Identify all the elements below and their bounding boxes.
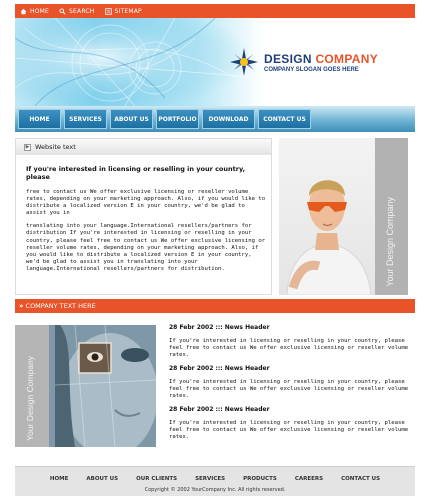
panel-title: Website text: [35, 143, 76, 151]
footer-link-our-clients[interactable]: OUR CLIENTS: [136, 476, 177, 482]
panel-header: ▶ Website text: [16, 139, 271, 155]
company-logo[interactable]: DESIGN COMPANY COMPANY SLOGAN GOES HERE: [230, 48, 378, 76]
news-header[interactable]: 28 Febr 2002 ::: News Header: [169, 406, 409, 413]
footer-link-products[interactable]: PRODUCTS: [243, 476, 277, 482]
news-header[interactable]: 28 Febr 2002 ::: News Header: [169, 365, 409, 372]
nav-services[interactable]: SERVICES: [64, 109, 107, 129]
panel-intro: If you're interested in licensing or res…: [26, 165, 246, 181]
company-name: DESIGN COMPANY: [264, 52, 378, 66]
copyright: Copyright © 2002 YourCompany Inc. All ri…: [144, 487, 286, 493]
logo-star-icon: [230, 48, 258, 76]
footer-link-home[interactable]: HOME: [50, 476, 69, 482]
top-link-search[interactable]: SEARCH: [59, 8, 94, 15]
nav-portfolio[interactable]: PORTFOLIO: [156, 109, 199, 129]
footer-link-about-us[interactable]: ABOUT US: [86, 476, 118, 482]
side-tab-label: Your Design Company: [385, 197, 395, 287]
news-header[interactable]: 28 Febr 2002 ::: News Header: [169, 324, 409, 331]
news-text: If you're interested in licensing or res…: [169, 338, 409, 358]
main-nav: HOME SERVICES ABOUT US PORTFOLIO DOWNLOA…: [15, 106, 415, 132]
news-item: 28 Febr 2002 ::: News Header If you're i…: [169, 324, 409, 365]
company-text-bar: » COMPANY TEXT HERE: [15, 299, 415, 313]
nav-download[interactable]: DOWNLOAD: [202, 109, 255, 129]
footer: HOME ABOUT US OUR CLIENTS SERVICES PRODU…: [15, 466, 415, 496]
header-banner: DESIGN COMPANY COMPANY SLOGAN GOES HERE: [15, 18, 415, 106]
nav-about-us[interactable]: ABOUT US: [110, 109, 153, 129]
top-link-search-label: SEARCH: [69, 7, 95, 15]
nav-home[interactable]: HOME: [18, 109, 61, 129]
top-link-sitemap[interactable]: SITEMAP: [104, 7, 142, 15]
footer-links: HOME ABOUT US OUR CLIENTS SERVICES PRODU…: [15, 476, 415, 482]
search-icon: [59, 7, 66, 15]
news-text: If you're interested in licensing or res…: [169, 379, 409, 399]
company-text-label: COMPANY TEXT HERE: [25, 302, 96, 310]
header-decoration: [15, 18, 265, 106]
company-slogan: COMPANY SLOGAN GOES HERE: [264, 66, 359, 73]
footer-link-services[interactable]: SERVICES: [195, 476, 225, 482]
news-item: 28 Febr 2002 ::: News Header If you're i…: [169, 365, 409, 406]
top-link-home[interactable]: HOME: [20, 8, 49, 15]
news-text: If you're interested in licensing or res…: [169, 420, 409, 440]
website-text-panel: ▶ Website text If you're interested in l…: [15, 138, 272, 295]
man-photo: [279, 138, 375, 295]
low-side-tab: Your Design Company: [15, 325, 49, 447]
news-item: 28 Febr 2002 ::: News Header If you're i…: [169, 406, 409, 447]
panel-body: If you're interested in licensing or res…: [16, 155, 271, 273]
news-list: 28 Febr 2002 ::: News Header If you're i…: [169, 324, 409, 447]
company-name-first: DESIGN: [264, 51, 312, 66]
nav-contact-us[interactable]: CONTACT US: [258, 109, 311, 129]
sitemap-icon: [104, 7, 112, 15]
footer-link-contact-us[interactable]: CONTACT US: [341, 476, 380, 482]
low-side-tab-label: Your Design Company: [25, 356, 35, 441]
home-icon: [20, 8, 27, 14]
footer-link-careers[interactable]: CAREERS: [295, 476, 323, 482]
panel-paragraph-2: translating into your language.Internati…: [26, 223, 266, 272]
double-chevron-icon: »: [19, 302, 23, 310]
arrow-right-icon: ▶: [24, 143, 31, 151]
man-illustration: [286, 180, 372, 295]
side-tab: Your Design Company: [375, 138, 408, 295]
top-utility-bar: HOME SEARCH SITEMAP: [15, 4, 415, 18]
top-link-sitemap-label: SITEMAP: [114, 7, 142, 15]
company-name-second: COMPANY: [315, 51, 378, 66]
top-link-home-label: HOME: [30, 7, 50, 15]
panel-paragraph-1: free to contact us We offer exclusive li…: [26, 189, 266, 217]
